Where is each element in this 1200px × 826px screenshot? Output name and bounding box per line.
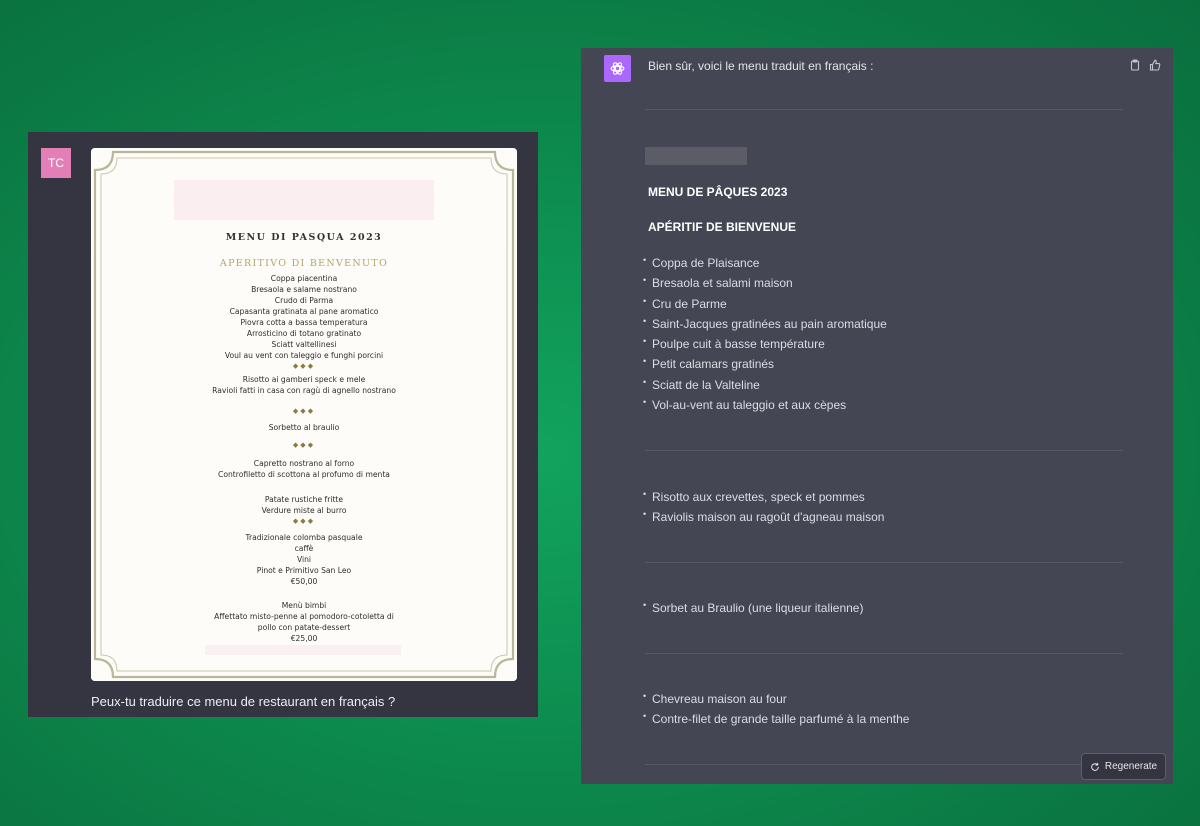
assistant-intro-text: Bien sûr, voici le menu traduit en franç… [648,59,874,73]
menu-image-block-6: Tradizionale colomba pasquale caffè Vini… [245,533,363,586]
regenerate-button[interactable]: Regenerate [1081,753,1166,780]
menu-image-block-3: Sorbetto al braulio [268,423,340,432]
aperitif-heading: APÉRITIF DE BIENVENUE [648,220,797,234]
list-item: Raviolis maison au ragoût d'agneau maiso… [643,506,884,529]
chatgpt-logo-icon [604,55,631,82]
diamond-divider: ◆◆◆ [292,362,316,370]
menu-image-block-1: Coppa piacentina Bresaola e salame nostr… [111,273,497,372]
menu-image-block-5: Patate rustiche fritte Verdure miste al … [111,494,497,527]
menu-image-block-7: Menù bimbi Affettato misto-penne al pomo… [214,601,394,643]
diamond-divider: ◆◆◆ [292,407,316,415]
menu-image-block-2: Risotto ai gamberi speck e mele Ravioli … [212,375,396,395]
divider [645,109,1123,110]
user-message-card: TC MENU DI PASQUA 2023 APERITIVO DI BENV… [28,132,538,717]
translated-list-sorbet: Sorbet au Braulio (une liqueur italienne… [643,597,863,620]
translated-list-secondi: Chevreau maison au four Contre-filet de … [643,688,909,732]
list-item: Saint-Jacques gratinées au pain aromatiq… [643,313,887,336]
divider [645,653,1123,654]
list-item: Risotto aux crevettes, speck et pommes [643,486,884,509]
diamond-divider: ◆◆◆ [292,441,316,449]
assistant-message-card: Bien sûr, voici le menu traduit en franç… [581,48,1173,784]
list-item: Contre-filet de grande taille parfumé à … [643,708,909,731]
translated-list-primi: Risotto aux crevettes, speck et pommes R… [643,486,884,530]
message-actions [1129,58,1161,71]
redacted-area [205,645,401,655]
user-avatar: TC [41,148,71,178]
list-item: Sorbet au Braulio (une liqueur italienne… [643,597,863,620]
redacted-area [174,180,434,220]
menu-image-subtitle: APERITIVO DI BENVENUTO [219,258,389,269]
menu-image-block-4: Capretto nostrano al forno Controfiletto… [218,459,390,479]
divider [645,764,1123,765]
menu-heading: MENU DE PÂQUES 2023 [648,185,788,199]
list-item: Sciatt de la Valteline [643,374,887,397]
list-item: Cru de Parme [643,293,887,316]
user-message-text: Peux-tu traduire ce menu de restaurant e… [91,694,396,709]
divider [645,450,1123,451]
refresh-icon [1091,762,1099,771]
thumbs-up-icon[interactable] [1149,58,1161,71]
diamond-divider: ◆◆◆ [292,517,316,525]
list-item: Bresaola et salami maison [643,272,887,295]
list-item: Poulpe cuit à basse température [643,333,887,356]
redacted-area [645,147,747,165]
translated-list-aperitif: Coppa de Plaisance Bresaola et salami ma… [643,252,887,417]
list-item: Chevreau maison au four [643,688,909,711]
clipboard-icon[interactable] [1129,58,1141,71]
menu-image[interactable]: MENU DI PASQUA 2023 APERITIVO DI BENVENU… [91,148,517,681]
list-item: Coppa de Plaisance [643,252,887,275]
list-item: Vol-au-vent au taleggio et aux cèpes [643,394,887,417]
regenerate-label: Regenerate [1104,761,1158,772]
divider [645,562,1123,563]
list-item: Petit calamars gratinés [643,353,887,376]
menu-image-title: MENU DI PASQUA 2023 [225,232,383,243]
